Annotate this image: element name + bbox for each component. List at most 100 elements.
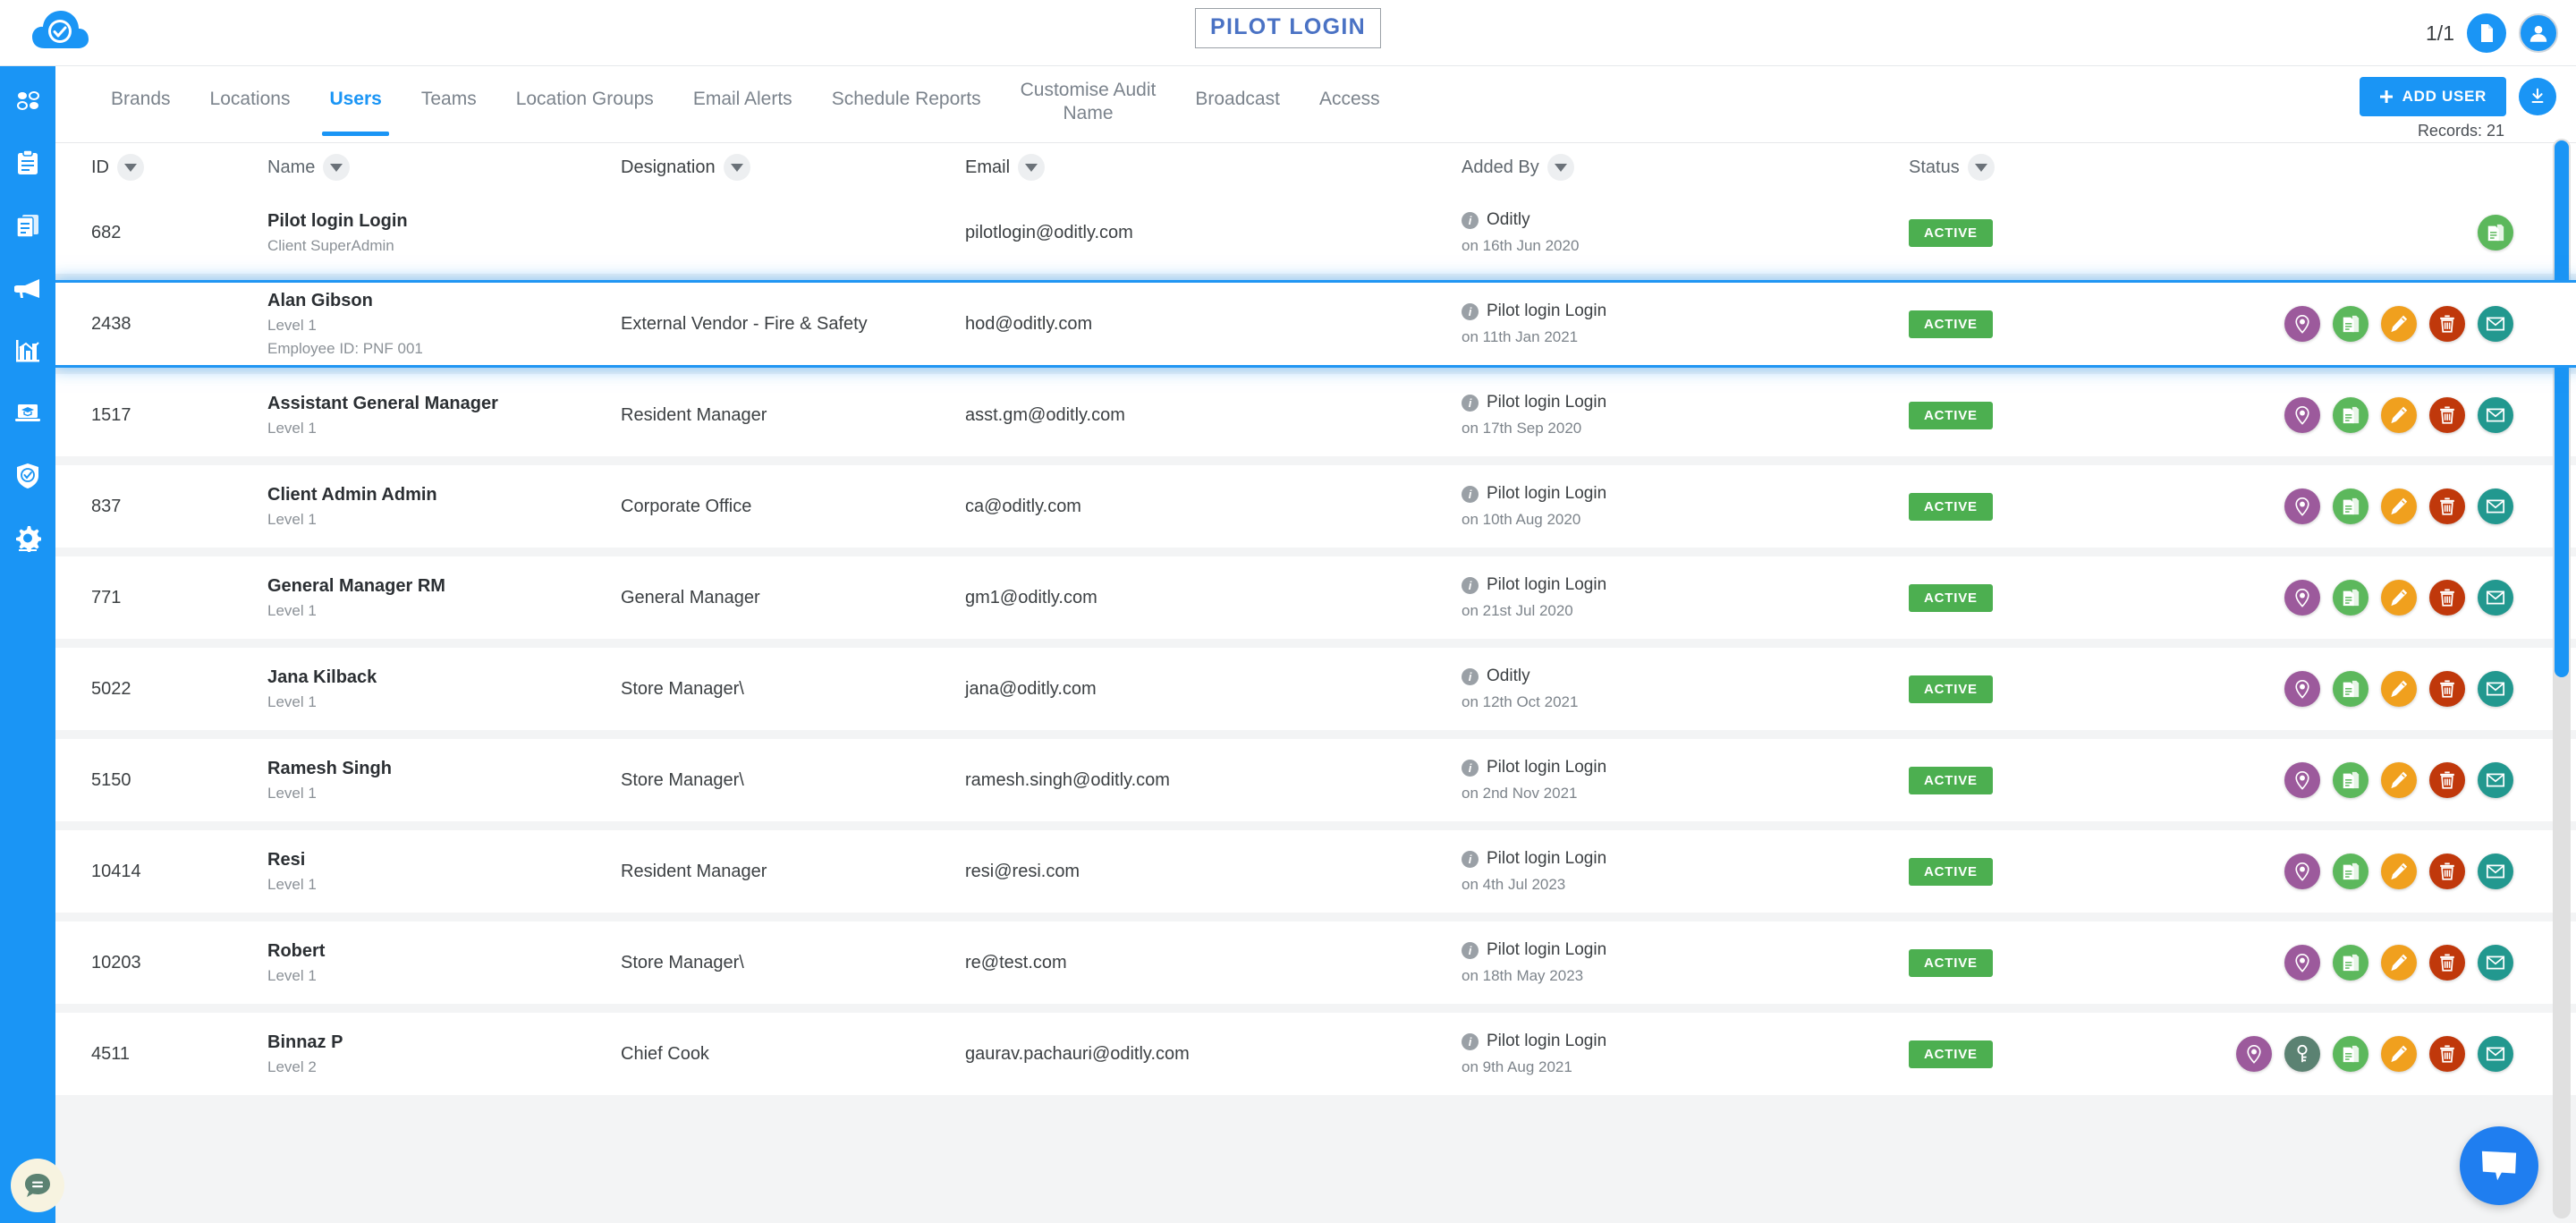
tab-customise-audit-name[interactable]: Customise Audit Name: [1001, 66, 1176, 126]
tab-teams[interactable]: Teams: [402, 66, 496, 111]
sort-id-caret-down-icon[interactable]: [117, 154, 144, 181]
tab-access[interactable]: Access: [1300, 66, 1400, 111]
info-icon[interactable]: i: [1462, 576, 1479, 594]
edit-pencil-icon[interactable]: [2381, 488, 2417, 524]
document-icon[interactable]: [2333, 397, 2368, 433]
column-header-designation[interactable]: Designation: [621, 154, 965, 181]
info-icon[interactable]: i: [1462, 667, 1479, 685]
location-pin-icon[interactable]: [2284, 488, 2320, 524]
tab-email-alerts[interactable]: Email Alerts: [674, 66, 812, 111]
document-icon[interactable]: [2333, 671, 2368, 707]
column-header-name[interactable]: Name: [267, 154, 621, 181]
vertical-scrollbar-thumb[interactable]: [2555, 140, 2569, 677]
location-pin-icon[interactable]: [2284, 671, 2320, 707]
document-icon[interactable]: [2333, 1036, 2368, 1072]
chat-bubble-icon[interactable]: [11, 1159, 64, 1212]
tab-schedule-reports[interactable]: Schedule Reports: [812, 66, 1001, 111]
column-header-email[interactable]: Email: [965, 154, 1462, 181]
document-icon[interactable]: [2478, 215, 2513, 251]
info-icon[interactable]: i: [1462, 485, 1479, 503]
delete-trash-icon[interactable]: [2429, 488, 2465, 524]
document-icon[interactable]: [2333, 306, 2368, 342]
column-header-status[interactable]: Status: [1909, 154, 2224, 181]
info-icon[interactable]: i: [1462, 850, 1479, 868]
info-icon[interactable]: i: [1462, 759, 1479, 777]
location-pin-icon[interactable]: [2236, 1036, 2272, 1072]
download-icon[interactable]: [2519, 78, 2556, 115]
document-icon[interactable]: [2333, 762, 2368, 798]
email-envelope-icon[interactable]: [2478, 397, 2513, 433]
location-pin-icon[interactable]: [2284, 854, 2320, 889]
table-row[interactable]: 2438 Alan Gibson Level 1 Employee ID: PNF 0…: [55, 283, 2576, 365]
location-pin-icon[interactable]: [2284, 945, 2320, 981]
sort-email-caret-down-icon[interactable]: [1018, 154, 1046, 181]
tab-locations[interactable]: Locations: [191, 66, 310, 111]
edit-pencil-icon[interactable]: [2381, 397, 2417, 433]
delete-trash-icon[interactable]: [2429, 762, 2465, 798]
delete-trash-icon[interactable]: [2429, 397, 2465, 433]
delete-trash-icon[interactable]: [2429, 580, 2465, 616]
document-icon[interactable]: [2333, 945, 2368, 981]
email-envelope-icon[interactable]: [2478, 671, 2513, 707]
info-icon[interactable]: i: [1462, 211, 1479, 229]
delete-trash-icon[interactable]: [2429, 945, 2465, 981]
sort-status-caret-down-icon[interactable]: [1967, 154, 1995, 181]
edit-pencil-icon[interactable]: [2381, 1036, 2417, 1072]
email-envelope-icon[interactable]: [2478, 488, 2513, 524]
sidebar-item-dashboard[interactable]: [10, 82, 46, 118]
tab-users[interactable]: Users: [309, 66, 401, 137]
email-envelope-icon[interactable]: [2478, 1036, 2513, 1072]
delete-trash-icon[interactable]: [2429, 854, 2465, 889]
info-icon[interactable]: i: [1462, 941, 1479, 959]
sidebar-item-training[interactable]: [10, 395, 46, 431]
document-icon[interactable]: [2333, 488, 2368, 524]
table-row[interactable]: 10203 Robert Level 1 Store Manager\ re@test.…: [55, 921, 2576, 1004]
edit-pencil-icon[interactable]: [2381, 671, 2417, 707]
delete-trash-icon[interactable]: [2429, 671, 2465, 707]
edit-pencil-icon[interactable]: [2381, 306, 2417, 342]
sort-added-by-caret-down-icon[interactable]: [1546, 154, 1574, 181]
sidebar-item-settings[interactable]: [10, 521, 46, 556]
key-icon[interactable]: [2284, 1036, 2320, 1072]
document-icon[interactable]: [2467, 13, 2506, 53]
delete-trash-icon[interactable]: [2429, 306, 2465, 342]
sort-designation-caret-down-icon[interactable]: [723, 154, 750, 181]
info-icon[interactable]: i: [1462, 394, 1479, 412]
cloud-check-icon[interactable]: [30, 9, 89, 55]
email-envelope-icon[interactable]: [2478, 762, 2513, 798]
sort-name-caret-down-icon[interactable]: [323, 154, 351, 181]
document-icon[interactable]: [2333, 854, 2368, 889]
email-envelope-icon[interactable]: [2478, 854, 2513, 889]
sidebar-item-reports[interactable]: [10, 208, 46, 243]
table-row[interactable]: 10414 Resi Level 1 Resident Manager resi@res…: [55, 830, 2576, 913]
user-avatar-icon[interactable]: [2519, 13, 2558, 53]
email-envelope-icon[interactable]: [2478, 945, 2513, 981]
sidebar-item-audits[interactable]: [10, 145, 46, 181]
message-bubble-icon[interactable]: [2460, 1126, 2538, 1205]
table-row[interactable]: 5150 Ramesh Singh Level 1 Store Manager\ ram…: [55, 739, 2576, 821]
tab-broadcast[interactable]: Broadcast: [1175, 66, 1300, 111]
location-pin-icon[interactable]: [2284, 306, 2320, 342]
email-envelope-icon[interactable]: [2478, 306, 2513, 342]
location-pin-icon[interactable]: [2284, 762, 2320, 798]
document-icon[interactable]: [2333, 580, 2368, 616]
edit-pencil-icon[interactable]: [2381, 762, 2417, 798]
tab-brands[interactable]: Brands: [91, 66, 191, 111]
table-row[interactable]: 837 Client Admin Admin Level 1 Corporate Of…: [55, 465, 2576, 548]
table-row[interactable]: 771 General Manager RM Level 1 General Mana…: [55, 556, 2576, 639]
edit-pencil-icon[interactable]: [2381, 580, 2417, 616]
table-row[interactable]: 1517 Assistant General Manager Level 1 Resi…: [55, 374, 2576, 456]
info-icon[interactable]: i: [1462, 302, 1479, 320]
sidebar-item-compliance[interactable]: [10, 458, 46, 494]
add-user-button[interactable]: ADD USER: [2359, 77, 2506, 116]
location-pin-icon[interactable]: [2284, 397, 2320, 433]
sidebar-item-analytics[interactable]: [10, 333, 46, 369]
table-row[interactable]: 682 Pilot login Login Client SuperAdmin pil…: [55, 191, 2576, 274]
edit-pencil-icon[interactable]: [2381, 854, 2417, 889]
column-header-id[interactable]: ID: [91, 154, 267, 181]
column-header-added-by[interactable]: Added By: [1462, 154, 1909, 181]
edit-pencil-icon[interactable]: [2381, 945, 2417, 981]
sidebar-item-broadcast[interactable]: [10, 270, 46, 306]
delete-trash-icon[interactable]: [2429, 1036, 2465, 1072]
table-row[interactable]: 5022 Jana Kilback Level 1 Store Manager\ jan…: [55, 648, 2576, 730]
